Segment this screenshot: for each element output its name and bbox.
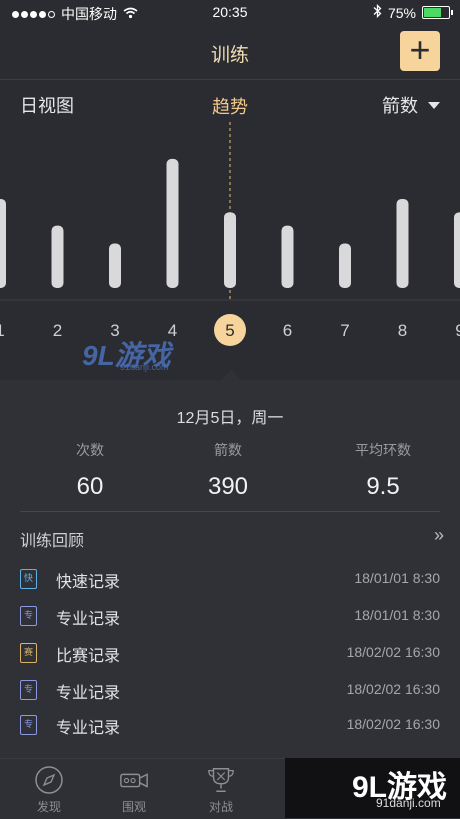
record-row[interactable]: 专 专业记录 18/02/02 16:30 [0,709,460,745]
record-name: 专业记录 [56,685,121,702]
chart-bar[interactable] [224,212,236,288]
status-bar: 中国移动 20:35 75% [0,0,460,26]
selected-date: 12月5日，周一 [176,410,284,427]
compass-icon [34,766,64,794]
x-tick-label[interactable]: 1 [0,321,5,340]
stat-label: 箭数 [214,442,242,458]
chart-bar[interactable] [109,243,121,288]
divider [20,511,440,512]
chart-bar[interactable] [454,212,460,288]
tab-watch[interactable]: 围观 [99,758,169,815]
metric-dropdown[interactable]: 箭数 [382,92,440,118]
tab-label: 对战 [208,800,233,814]
record-row[interactable]: 专 专业记录 18/02/02 16:30 [0,674,460,710]
x-tick-label[interactable]: 2 [53,321,62,340]
record-row[interactable]: 赛 比赛记录 18/02/02 16:30 [0,637,460,673]
record-row[interactable]: 专 专业记录 18/01/01 8:30 [0,600,460,636]
record-time: 18/01/01 8:30 [354,607,440,623]
metric-label: 箭数 [382,96,418,116]
battery-percent: 75% [387,4,416,21]
double-chevron-right-icon[interactable]: » [434,525,444,546]
watermark-url: 91danji.com [120,362,169,372]
nav-bar: 训练 + [0,26,460,78]
x-tick-label[interactable]: 8 [398,321,407,340]
record-time: 18/02/02 16:30 [346,681,440,697]
tab-label: 围观 [121,800,146,814]
trophy-icon [206,766,236,794]
chart-bar[interactable] [166,158,179,288]
dropdown-arrow-icon [428,101,440,109]
pro-record-icon: 专 [20,680,37,700]
x-tick-label[interactable]: 9 [455,321,460,340]
panel-pointer [221,370,241,380]
x-tick-label[interactable]: 5 [225,321,234,340]
tab-discover[interactable]: 发现 [14,758,84,815]
x-tick-label[interactable]: 6 [283,321,292,340]
divider [0,79,460,80]
record-row[interactable]: 快 快速记录 18/01/01 8:30 [0,563,460,599]
stat-label: 次数 [76,442,104,458]
stat-label: 平均环数 [355,442,411,458]
chart-bar[interactable] [339,243,351,288]
quick-record-icon: 快 [20,569,37,589]
battery-icon [422,6,453,19]
stat-value: 60 [76,473,104,500]
x-tick-label[interactable]: 7 [340,321,349,340]
record-name: 专业记录 [56,611,121,628]
trend-chart[interactable]: 123456789 [0,120,460,365]
record-name: 比赛记录 [56,648,121,665]
match-record-icon: 赛 [20,643,37,663]
tab-battle[interactable]: 对战 [186,758,256,815]
chart-bar[interactable] [51,225,64,288]
tab-label: 发现 [36,800,61,814]
page-title: 训练 [210,45,249,66]
stat-average-score: 平均环数 9.5 [313,440,453,501]
pro-record-icon: 专 [20,606,37,626]
stat-count: 次数 60 [20,440,160,501]
video-camera-icon [119,766,149,794]
review-title: 训练回顾 [20,533,85,550]
chart-bar[interactable] [281,225,294,288]
add-button[interactable]: + [400,31,440,71]
record-time: 18/02/02 16:30 [346,716,440,732]
chart-bar[interactable] [396,198,409,288]
record-name: 快速记录 [56,574,121,591]
record-time: 18/02/02 16:30 [346,644,440,660]
watermark-url: 91danji.com [376,796,441,810]
record-name: 专业记录 [56,720,121,737]
chart-bar[interactable] [0,198,6,288]
status-right: 75% [373,3,453,21]
pro-record-icon: 专 [20,715,37,735]
stat-arrows: 箭数 390 [158,440,298,501]
stat-value: 9.5 [366,473,400,500]
bluetooth-icon [373,3,382,21]
record-time: 18/01/01 8:30 [354,570,440,586]
stat-value: 390 [207,473,249,500]
